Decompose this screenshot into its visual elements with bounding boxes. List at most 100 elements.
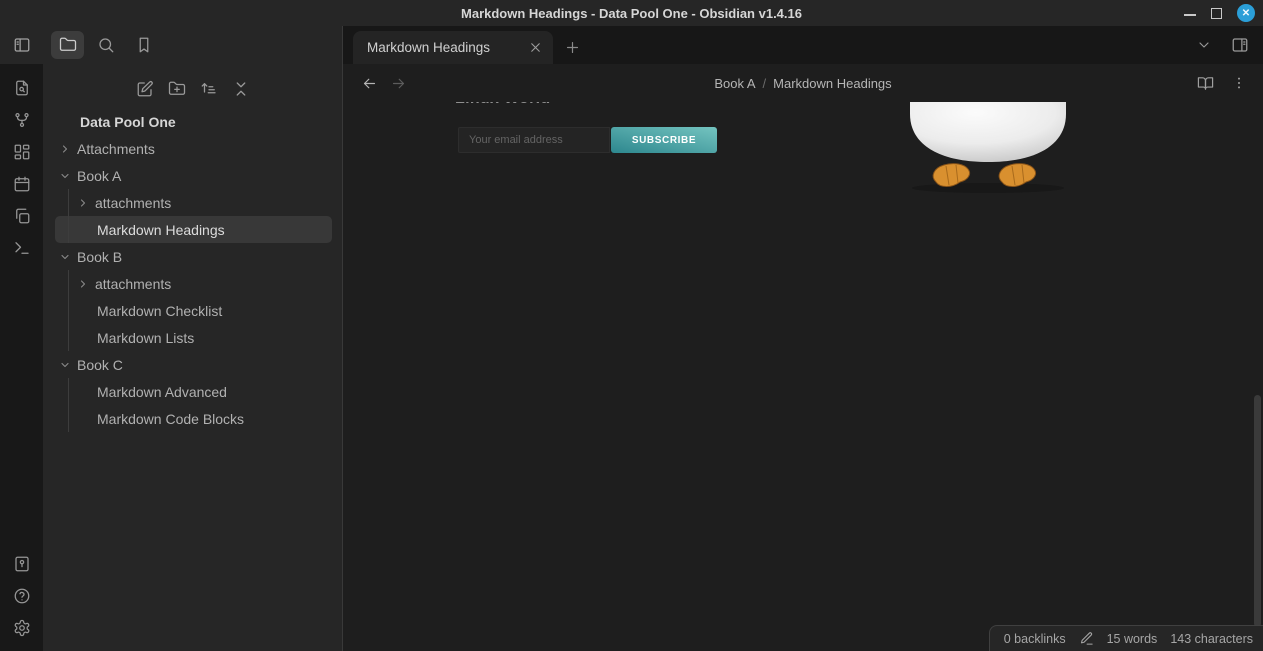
tab-title: Markdown Headings — [367, 40, 528, 55]
tree-item-markdown-headings[interactable]: Markdown Headings — [55, 216, 332, 243]
tree-item-book-b-attachments[interactable]: attachments — [55, 270, 332, 297]
tab-search[interactable] — [89, 31, 122, 59]
tree-item-book-a-attachments[interactable]: attachments — [55, 189, 332, 216]
search-icon — [97, 36, 115, 54]
subscribe-button[interactable]: SUBSCRIBE — [611, 127, 717, 153]
status-bar: 0 backlinks 15 words 143 characters — [989, 625, 1263, 651]
word-count: 15 words — [1107, 632, 1158, 646]
tab-list-chevron-icon[interactable] — [1196, 37, 1212, 53]
tab-bookmarks[interactable] — [127, 31, 160, 59]
tree-item-label: Book A — [77, 168, 121, 184]
vertical-scrollbar[interactable] — [1254, 395, 1261, 627]
main-pane: Markdown Headings — [343, 26, 1263, 651]
chevron-down-icon — [59, 359, 71, 371]
window-title: Markdown Headings - Data Pool One - Obsi… — [461, 6, 802, 21]
tab-bar: Markdown Headings — [343, 26, 1263, 64]
tab-close-icon[interactable] — [528, 40, 543, 55]
reading-view-book-icon[interactable] — [1197, 75, 1214, 92]
chevron-down-icon — [59, 251, 71, 263]
vault-title: Data Pool One — [55, 108, 332, 135]
window-titlebar: Markdown Headings - Data Pool One - Obsi… — [0, 0, 1263, 26]
chevron-down-icon — [59, 170, 71, 182]
ribbon-bottom — [0, 555, 43, 651]
tree-item-label: Attachments — [77, 141, 155, 157]
window-controls: ✕ — [1184, 0, 1255, 26]
chevron-right-icon — [77, 197, 89, 209]
file-tree: Data Pool One Attachments Book A attachm… — [43, 108, 342, 651]
tree-item-label: Markdown Checklist — [97, 303, 222, 319]
tree-item-markdown-lists[interactable]: Markdown Lists — [55, 324, 332, 351]
back-arrow-icon[interactable] — [361, 75, 378, 92]
sidebar-tab-strip — [43, 26, 342, 64]
tree-item-label: Markdown Headings — [97, 222, 225, 238]
ribbon-actions — [0, 64, 43, 555]
panel-right-toggle-icon[interactable] — [1231, 36, 1249, 54]
indent-guide — [68, 270, 69, 351]
tree-item-label: attachments — [95, 195, 171, 211]
forward-arrow-icon[interactable] — [390, 75, 407, 92]
note-content[interactable]: Linux World SUBSCRIBE — [343, 102, 1263, 651]
tux-penguin-image — [888, 102, 1088, 197]
layout-grid-icon[interactable] — [13, 143, 31, 161]
tree-item-markdown-checklist[interactable]: Markdown Checklist — [55, 297, 332, 324]
folder-icon — [59, 36, 77, 54]
clipped-heading: Linux World — [455, 102, 550, 109]
tab-file-explorer[interactable] — [51, 31, 84, 59]
tree-item-book-b[interactable]: Book B — [55, 243, 332, 270]
breadcrumb-file[interactable]: Markdown Headings — [773, 76, 892, 91]
breadcrumb-separator: / — [763, 76, 767, 91]
tab-markdown-headings[interactable]: Markdown Headings — [353, 31, 553, 64]
new-folder-icon[interactable] — [168, 80, 186, 98]
collapse-all-icon[interactable] — [232, 80, 250, 98]
minimize-button[interactable] — [1184, 14, 1196, 16]
tree-item-label: attachments — [95, 276, 171, 292]
email-input[interactable] — [458, 127, 610, 153]
tree-item-markdown-advanced[interactable]: Markdown Advanced — [55, 378, 332, 405]
tree-item-label: Markdown Lists — [97, 330, 194, 346]
tree-item-label: Book C — [77, 357, 123, 373]
history-nav — [343, 75, 407, 92]
tree-item-book-a[interactable]: Book A — [55, 162, 332, 189]
view-header-actions — [1197, 75, 1263, 92]
tree-item-markdown-code-blocks[interactable]: Markdown Code Blocks — [55, 405, 332, 432]
new-tab-button[interactable] — [553, 31, 591, 64]
tree-item-label: Book B — [77, 249, 122, 265]
left-sidebar: Data Pool One Attachments Book A attachm… — [43, 26, 343, 651]
edit-mode-pencil-icon[interactable] — [1079, 631, 1094, 646]
chevron-right-icon — [59, 143, 71, 155]
settings-gear-icon[interactable] — [13, 619, 31, 637]
maximize-button[interactable] — [1211, 8, 1222, 19]
new-note-icon[interactable] — [136, 80, 154, 98]
note-heading: Linux World — [455, 102, 550, 108]
left-ribbon — [0, 26, 43, 651]
character-count: 143 characters — [1170, 632, 1253, 646]
breadcrumb-folder[interactable]: Book A — [714, 76, 755, 91]
indent-guide — [68, 189, 69, 243]
newsletter-form: SUBSCRIBE — [458, 127, 717, 153]
tree-item-attachments-root[interactable]: Attachments — [55, 135, 332, 162]
ribbon-top — [0, 26, 43, 64]
vault-switcher-icon[interactable] — [13, 555, 31, 573]
version-graph-icon[interactable] — [13, 111, 31, 129]
help-icon[interactable] — [13, 587, 31, 605]
plus-icon — [564, 39, 581, 56]
calendar-icon[interactable] — [13, 175, 31, 193]
backlinks-count[interactable]: 0 backlinks — [1004, 632, 1066, 646]
tab-bar-right — [1196, 26, 1263, 64]
view-header: Book A / Markdown Headings — [343, 64, 1263, 102]
tree-item-label: Markdown Advanced — [97, 384, 227, 400]
indent-guide — [68, 378, 69, 432]
more-options-icon[interactable] — [1231, 75, 1248, 92]
explorer-actions — [43, 70, 342, 108]
panel-left-toggle-icon[interactable] — [13, 36, 31, 54]
breadcrumb: Book A / Markdown Headings — [343, 76, 1263, 91]
chevron-right-icon — [77, 278, 89, 290]
terminal-icon[interactable] — [13, 239, 31, 257]
tree-item-book-c[interactable]: Book C — [55, 351, 332, 378]
app-frame: Data Pool One Attachments Book A attachm… — [0, 26, 1263, 651]
file-search-icon[interactable] — [13, 79, 31, 97]
tree-item-label: Markdown Code Blocks — [97, 411, 244, 427]
copy-files-icon[interactable] — [13, 207, 31, 225]
sort-order-icon[interactable] — [200, 80, 218, 98]
close-button[interactable]: ✕ — [1237, 4, 1255, 22]
